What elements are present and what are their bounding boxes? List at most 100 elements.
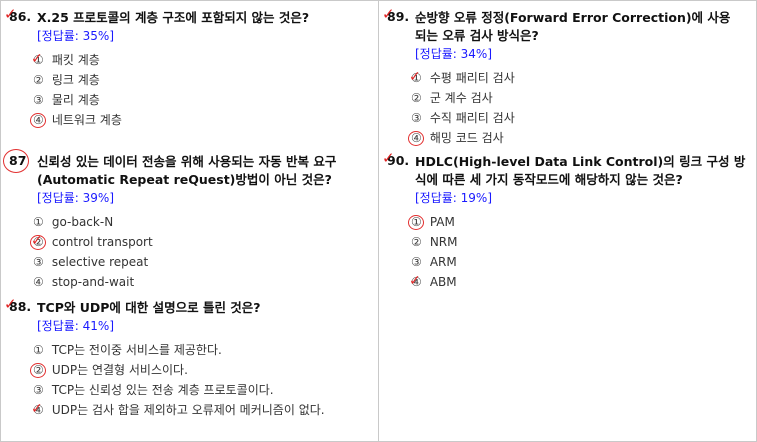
question-header: 88. ✓ TCP와 UDP에 대한 설명으로 틀린 것은? [정답률: 41%…	[1, 295, 377, 335]
option-label: 링크 계층	[51, 73, 100, 87]
option-number: ①	[408, 212, 426, 232]
question-89: 89. ✓ 순방향 오류 정정(Forward Error Correction…	[379, 5, 756, 148]
question-text: X.25 프로토콜의 계층 구조에 포함되지 않는 것은?	[37, 10, 310, 25]
answer-rate: [정답률: 35%]	[37, 29, 115, 43]
question-header: 86. ✓ X.25 프로토콜의 계층 구조에 포함되지 않는 것은? [정답률…	[1, 5, 377, 45]
option-label: stop-and-wait	[51, 275, 135, 289]
option-number: ② ✓	[30, 232, 48, 252]
option-4[interactable]: ④ stop-and-wait	[33, 272, 377, 292]
check-mark-icon: ✓	[382, 5, 395, 23]
option-1[interactable]: ① ✓ 패킷 계층	[31, 50, 377, 70]
option-label: TCP는 신뢰성 있는 전송 계층 프로토콜이다.	[51, 383, 274, 397]
option-label: NRM	[429, 235, 458, 249]
option-4[interactable]: ④ 해밍 코드 검사	[408, 128, 756, 148]
option-3[interactable]: ③ selective repeat	[33, 252, 377, 272]
option-number: ③	[411, 255, 422, 269]
option-list: ① TCP는 전이중 서비스를 제공한다. ② UDP는 연결형 서비스이다. …	[1, 340, 377, 420]
exam-sheet: 86. ✓ X.25 프로토콜의 계층 구조에 포함되지 않는 것은? [정답률…	[0, 0, 757, 442]
option-number: ① ✓	[31, 51, 44, 67]
option-number: ③	[33, 255, 44, 269]
option-2[interactable]: ② 링크 계층	[33, 70, 377, 90]
option-label: 군 계수 검사	[429, 91, 493, 105]
option-label: 네트워크 계층	[51, 113, 122, 127]
option-number: ①	[33, 215, 44, 229]
option-number: ③	[411, 111, 422, 125]
option-number: ②	[30, 360, 48, 380]
option-1[interactable]: ① PAM	[408, 212, 756, 232]
option-label: 해밍 코드 검사	[429, 131, 504, 145]
option-label: 수평 패리티 검사	[429, 71, 515, 85]
option-number: ②	[411, 91, 422, 105]
answer-rate: [정답률: 34%]	[415, 47, 493, 61]
option-4[interactable]: ④ ✓ UDP는 검사 합을 제외하고 오류제어 메커니즘이 없다.	[31, 400, 377, 420]
check-mark-icon: ✓	[31, 401, 43, 417]
check-mark-icon: ✓	[409, 273, 421, 289]
option-3[interactable]: ③ 수직 패리티 검사	[411, 108, 756, 128]
option-number: ④	[30, 110, 48, 130]
option-number: ②	[411, 235, 422, 249]
option-number: ③	[33, 383, 44, 397]
option-list: ① ✓ 수평 패리티 검사 ② 군 계수 검사 ③ 수직 패리티 검사 ④ 해밍 …	[379, 68, 756, 148]
option-1[interactable]: ① TCP는 전이중 서비스를 제공한다.	[33, 340, 377, 360]
option-2[interactable]: ② 군 계수 검사	[411, 88, 756, 108]
circle-mark-icon	[3, 149, 29, 173]
question-90: 90. ✓ HDLC(High-level Data Link Control)…	[379, 149, 756, 292]
option-number: ④	[408, 128, 426, 148]
check-mark-icon: ✓	[4, 295, 17, 313]
answer-rate: [정답률: 19%]	[415, 191, 493, 205]
option-list: ① ✓ 패킷 계층 ② 링크 계층 ③ 물리 계층 ④ 네트워크 계층	[1, 50, 377, 130]
answer-rate: [정답률: 41%]	[37, 319, 115, 333]
option-3[interactable]: ③ TCP는 신뢰성 있는 전송 계층 프로토콜이다.	[33, 380, 377, 400]
option-number: ④ ✓	[31, 401, 44, 417]
question-text: 신뢰성 있는 데이터 전송을 위해 사용되는 자동 반복 요구(Automati…	[37, 154, 337, 187]
option-2[interactable]: ② ✓ control transport	[30, 232, 377, 252]
question-text: 순방향 오류 정정(Forward Error Correction)에 사용 …	[415, 10, 731, 43]
question-header: 89. ✓ 순방향 오류 정정(Forward Error Correction…	[379, 5, 756, 63]
option-label: PAM	[429, 215, 455, 229]
question-text: HDLC(High-level Data Link Control)의 링크 구…	[415, 154, 746, 187]
option-label: TCP는 전이중 서비스를 제공한다.	[51, 343, 222, 357]
option-label: 물리 계층	[51, 93, 100, 107]
option-label: 수직 패리티 검사	[429, 111, 515, 125]
option-list: ① PAM ② NRM ③ ARM ④ ✓ ABM	[379, 212, 756, 292]
option-list: ① go-back-N ② ✓ control transport ③ selec…	[1, 212, 377, 292]
circle-mark-icon	[408, 215, 424, 230]
circle-mark-icon	[30, 363, 46, 378]
check-mark-icon: ✓	[31, 51, 43, 67]
option-label: 패킷 계층	[51, 53, 100, 67]
question-88: 88. ✓ TCP와 UDP에 대한 설명으로 틀린 것은? [정답률: 41%…	[1, 295, 377, 420]
circle-mark-icon	[30, 113, 46, 128]
check-mark-icon: ✓	[31, 233, 43, 249]
option-label: ARM	[429, 255, 457, 269]
check-mark-icon: ✓	[382, 149, 395, 167]
check-mark-icon: ✓	[4, 5, 17, 23]
question-header: 90. ✓ HDLC(High-level Data Link Control)…	[379, 149, 756, 207]
question-header: 87 신뢰성 있는 데이터 전송을 위해 사용되는 자동 반복 요구(Autom…	[1, 149, 377, 207]
question-86: 86. ✓ X.25 프로토콜의 계층 구조에 포함되지 않는 것은? [정답률…	[1, 5, 377, 130]
option-3[interactable]: ③ ARM	[411, 252, 756, 272]
option-number: ④	[33, 275, 44, 289]
option-4[interactable]: ④ 네트워크 계층	[30, 110, 377, 130]
question-87: 87 신뢰성 있는 데이터 전송을 위해 사용되는 자동 반복 요구(Autom…	[1, 149, 377, 292]
option-number: ①	[33, 343, 44, 357]
option-2[interactable]: ② NRM	[411, 232, 756, 252]
option-label: control transport	[51, 235, 153, 249]
question-text: TCP와 UDP에 대한 설명으로 틀린 것은?	[37, 300, 261, 315]
circle-mark-icon	[408, 131, 424, 146]
option-label: go-back-N	[51, 215, 114, 229]
option-3[interactable]: ③ 물리 계층	[33, 90, 377, 110]
option-number: ① ✓	[409, 69, 422, 85]
option-number: ④ ✓	[409, 273, 422, 289]
option-label: selective repeat	[51, 255, 149, 269]
option-label: UDP는 검사 합을 제외하고 오류제어 메커니즘이 없다.	[51, 403, 325, 417]
option-4[interactable]: ④ ✓ ABM	[409, 272, 756, 292]
option-1[interactable]: ① ✓ 수평 패리티 검사	[409, 68, 756, 88]
option-2[interactable]: ② UDP는 연결형 서비스이다.	[30, 360, 377, 380]
option-label: UDP는 연결형 서비스이다.	[51, 363, 188, 377]
answer-rate: [정답률: 39%]	[37, 191, 115, 205]
check-mark-icon: ✓	[409, 69, 421, 85]
option-number: ③	[33, 93, 44, 107]
option-number: ②	[33, 73, 44, 87]
option-label: ABM	[429, 275, 457, 289]
option-1[interactable]: ① go-back-N	[33, 212, 377, 232]
